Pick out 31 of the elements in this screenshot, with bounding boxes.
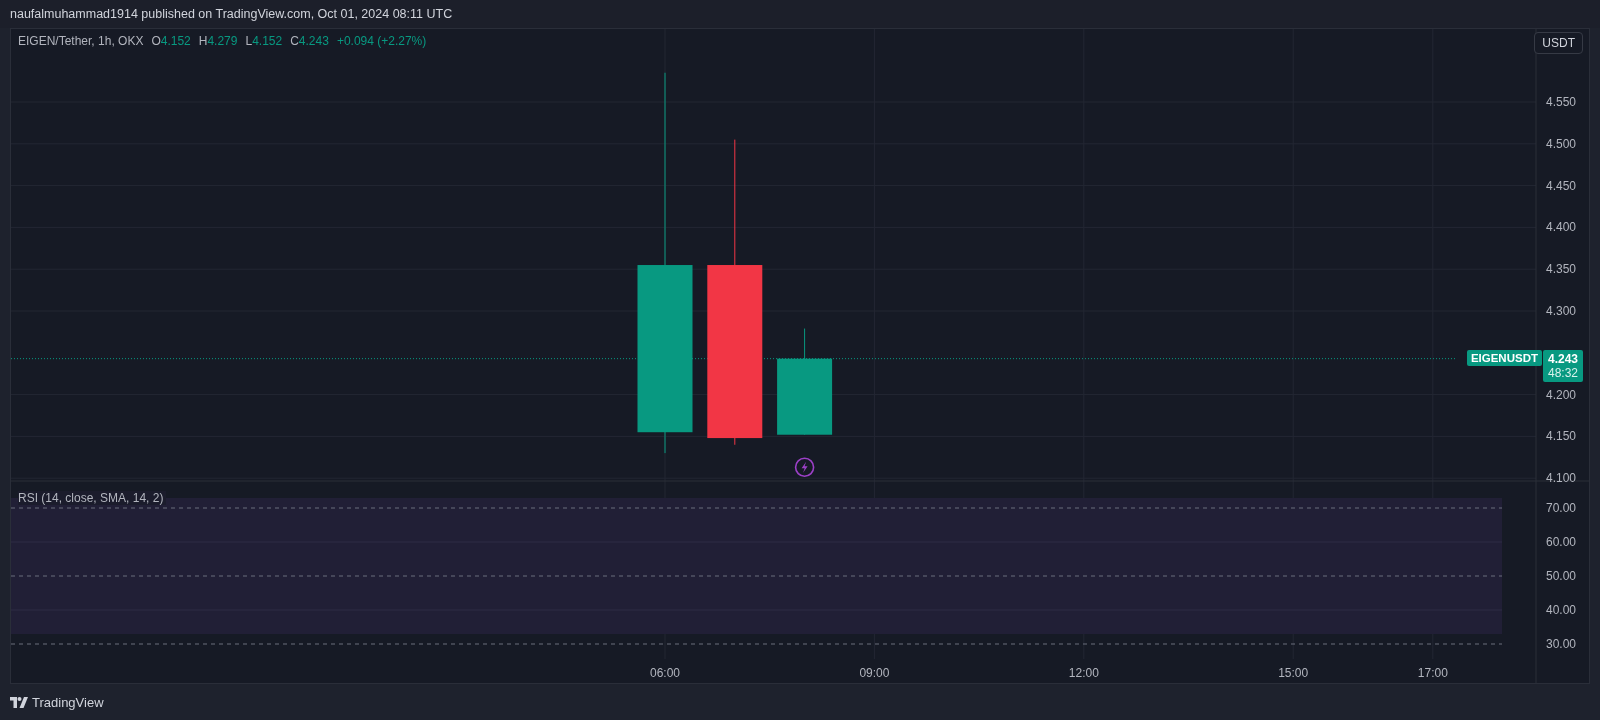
axis-label: 09:00 (859, 666, 890, 680)
currency-button[interactable]: USDT (1534, 32, 1583, 54)
axis-label: 06:00 (650, 666, 680, 680)
axis-label: 4.550 (1545, 95, 1576, 109)
axis-label: 4.300 (1545, 304, 1576, 318)
lightning-icon[interactable] (794, 457, 815, 477)
axis-label: 17:00 (1417, 666, 1448, 680)
axis-label: 4.100 (1545, 471, 1576, 486)
ohlc-value: L4.152 (245, 34, 283, 48)
change-value: +0.094 (+2.27%) (336, 34, 427, 48)
brand-name: TradingView (32, 694, 104, 710)
axis-label: 4.200 (1545, 387, 1576, 402)
axis-label: 40.00 (1545, 603, 1576, 617)
axis-label: 4.500 (1545, 136, 1576, 151)
axis-label: 60.00 (1545, 535, 1576, 549)
ohlc-value: C4.243 (290, 34, 329, 48)
axis-label: 50.00 (1545, 569, 1576, 583)
ohlc-value: O4.152 (151, 34, 191, 48)
indicator-label: RSI (14, close, SMA, 14, 2) (18, 491, 167, 505)
price-label: 4.243 48:32 (1542, 349, 1583, 382)
axis-label: 4.400 (1545, 220, 1576, 235)
ohlc-value: H4.279 (198, 34, 238, 48)
axis-label: 70.00 (1545, 501, 1576, 515)
axis-label: 4.450 (1545, 178, 1576, 193)
axis-label: 4.150 (1545, 429, 1576, 444)
axis-label: 30.00 (1545, 637, 1576, 651)
symbol-title: EIGEN/Tether, 1h, OKX (18, 34, 144, 48)
logo-icon (10, 696, 28, 708)
axis-label: 4.350 (1545, 262, 1576, 277)
axis-label: 12:00 (1068, 666, 1099, 680)
axis-label: 15:00 (1278, 666, 1309, 680)
